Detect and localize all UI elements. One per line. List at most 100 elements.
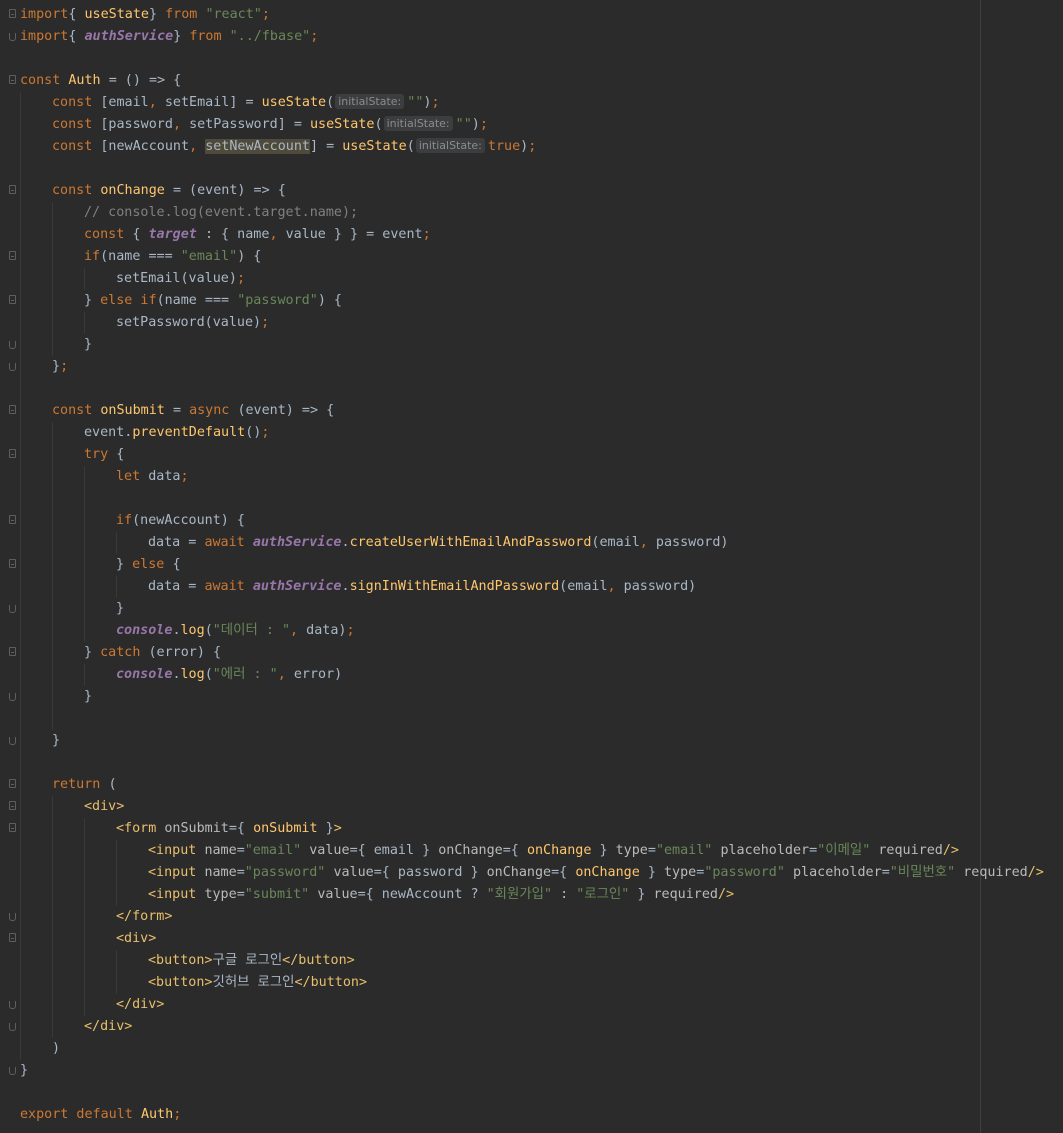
fold-close-icon[interactable] xyxy=(9,737,16,745)
code-line[interactable]: import{ useState} from "react"; xyxy=(0,4,1063,26)
fold-open-icon[interactable] xyxy=(9,75,16,84)
fold-open-icon[interactable] xyxy=(9,647,16,656)
code-line[interactable] xyxy=(0,1082,1063,1104)
indent-guide xyxy=(52,290,53,312)
fold-close-icon[interactable] xyxy=(9,693,16,701)
fold-open-icon[interactable] xyxy=(9,933,16,942)
code-line[interactable] xyxy=(0,488,1063,510)
code-line[interactable]: setPassword(value); xyxy=(0,312,1063,334)
code-line[interactable]: <div> xyxy=(0,928,1063,950)
code-line[interactable]: } catch (error) { xyxy=(0,642,1063,664)
code-token: (error) { xyxy=(148,645,222,660)
code-line[interactable]: }; xyxy=(0,356,1063,378)
gutter xyxy=(0,642,20,664)
code-line[interactable]: } xyxy=(0,334,1063,356)
code-line[interactable]: const Auth = () => { xyxy=(0,70,1063,92)
code-token: } xyxy=(84,645,101,660)
code-line[interactable]: ) xyxy=(0,1038,1063,1060)
code-line[interactable]: } else if(name === "password") { xyxy=(0,290,1063,312)
indent-guide xyxy=(116,532,117,554)
fold-close-icon[interactable] xyxy=(9,1023,16,1031)
code-line[interactable]: export default Auth; xyxy=(0,1104,1063,1126)
code-line[interactable]: <button>깃허브 로그인</button> xyxy=(0,972,1063,994)
code-line[interactable]: try { xyxy=(0,444,1063,466)
code-line[interactable]: </div> xyxy=(0,994,1063,1016)
code-line[interactable]: <input name="email" value={ email } onCh… xyxy=(0,840,1063,862)
fold-open-icon[interactable] xyxy=(9,251,16,260)
code-line[interactable]: if(name === "email") { xyxy=(0,246,1063,268)
code-token: "이메일" xyxy=(817,843,879,858)
code-line[interactable]: </form> xyxy=(0,906,1063,928)
code-editor[interactable]: import{ useState} from "react"; import{ a… xyxy=(0,4,1063,1126)
gutter xyxy=(0,906,20,928)
code-token: "에러 : " xyxy=(212,667,278,682)
code-line[interactable]: <form onSubmit={ onSubmit }> xyxy=(0,818,1063,840)
code-line[interactable]: } xyxy=(0,686,1063,708)
fold-close-icon[interactable] xyxy=(9,913,16,921)
code-line[interactable]: const onSubmit = async (event) => { xyxy=(0,400,1063,422)
code-line[interactable]: const onChange = (event) => { xyxy=(0,180,1063,202)
fold-open-icon[interactable] xyxy=(9,515,16,524)
code-line[interactable]: console.log("에러 : ", error) xyxy=(0,664,1063,686)
code-line[interactable]: <input name="password" value={ password … xyxy=(0,862,1063,884)
code-line[interactable]: event.preventDefault(); xyxy=(0,422,1063,444)
code-line[interactable]: } xyxy=(0,730,1063,752)
code-line[interactable]: import{ authService} from "../fbase"; xyxy=(0,26,1063,48)
code-token: data = xyxy=(148,535,205,550)
code-token: <button> xyxy=(148,975,213,990)
fold-open-icon[interactable] xyxy=(9,9,16,18)
code-token: ; xyxy=(346,623,355,638)
indent-guide xyxy=(52,598,53,620)
fold-close-icon[interactable] xyxy=(9,1001,16,1009)
gutter xyxy=(0,576,20,598)
code-line[interactable] xyxy=(0,48,1063,70)
code-line[interactable]: </div> xyxy=(0,1016,1063,1038)
gutter xyxy=(0,1038,20,1060)
code-line[interactable]: // console.log(event.target.name); xyxy=(0,202,1063,224)
fold-close-icon[interactable] xyxy=(9,341,16,349)
code-line[interactable]: if(newAccount) { xyxy=(0,510,1063,532)
fold-open-icon[interactable] xyxy=(9,779,16,788)
fold-close-icon[interactable] xyxy=(9,1067,16,1075)
fold-open-icon[interactable] xyxy=(9,185,16,194)
fold-close-icon[interactable] xyxy=(9,363,16,371)
code-token: <input xyxy=(148,865,205,880)
fold-open-icon[interactable] xyxy=(9,449,16,458)
code-line[interactable]: data = await authService.createUserWithE… xyxy=(0,532,1063,554)
code-line[interactable] xyxy=(0,708,1063,730)
indent-guide xyxy=(116,862,117,884)
code-line[interactable] xyxy=(0,378,1063,400)
code-line[interactable]: } xyxy=(0,1060,1063,1082)
fold-close-icon[interactable] xyxy=(9,605,16,613)
code-line[interactable]: <button>구글 로그인</button> xyxy=(0,950,1063,972)
code-line[interactable]: data = await authService.signInWithEmail… xyxy=(0,576,1063,598)
code-line[interactable]: <input type="submit" value={ newAccount … xyxy=(0,884,1063,906)
code-token: > xyxy=(333,821,342,836)
code-token: const xyxy=(20,73,69,88)
code-line[interactable]: } xyxy=(0,598,1063,620)
code-line[interactable]: setEmail(value); xyxy=(0,268,1063,290)
code-text: <input type="submit" value={ newAccount … xyxy=(148,884,734,906)
code-line[interactable]: console.log("데이터 : ", data); xyxy=(0,620,1063,642)
code-line[interactable]: return ( xyxy=(0,774,1063,796)
fold-open-icon[interactable] xyxy=(9,559,16,568)
code-line[interactable]: const [password, setPassword] = useState… xyxy=(0,114,1063,136)
code-line[interactable]: const [email, setEmail] = useState(initi… xyxy=(0,92,1063,114)
code-line[interactable]: let data; xyxy=(0,466,1063,488)
code-token: } xyxy=(116,557,133,572)
fold-open-icon[interactable] xyxy=(9,295,16,304)
code-line[interactable]: <div> xyxy=(0,796,1063,818)
fold-open-icon[interactable] xyxy=(9,405,16,414)
code-token: } xyxy=(173,29,190,44)
code-token: . xyxy=(341,535,350,550)
fold-open-icon[interactable] xyxy=(9,801,16,810)
code-line[interactable] xyxy=(0,158,1063,180)
code-line[interactable] xyxy=(0,752,1063,774)
code-text: import{ useState} from "react"; xyxy=(20,4,270,26)
code-line[interactable]: const [newAccount, setNewAccount] = useS… xyxy=(0,136,1063,158)
fold-close-icon[interactable] xyxy=(9,33,16,41)
fold-open-icon[interactable] xyxy=(9,823,16,832)
indent-guide xyxy=(20,466,21,488)
code-line[interactable]: const { target : { name, value } } = eve… xyxy=(0,224,1063,246)
code-line[interactable]: } else { xyxy=(0,554,1063,576)
